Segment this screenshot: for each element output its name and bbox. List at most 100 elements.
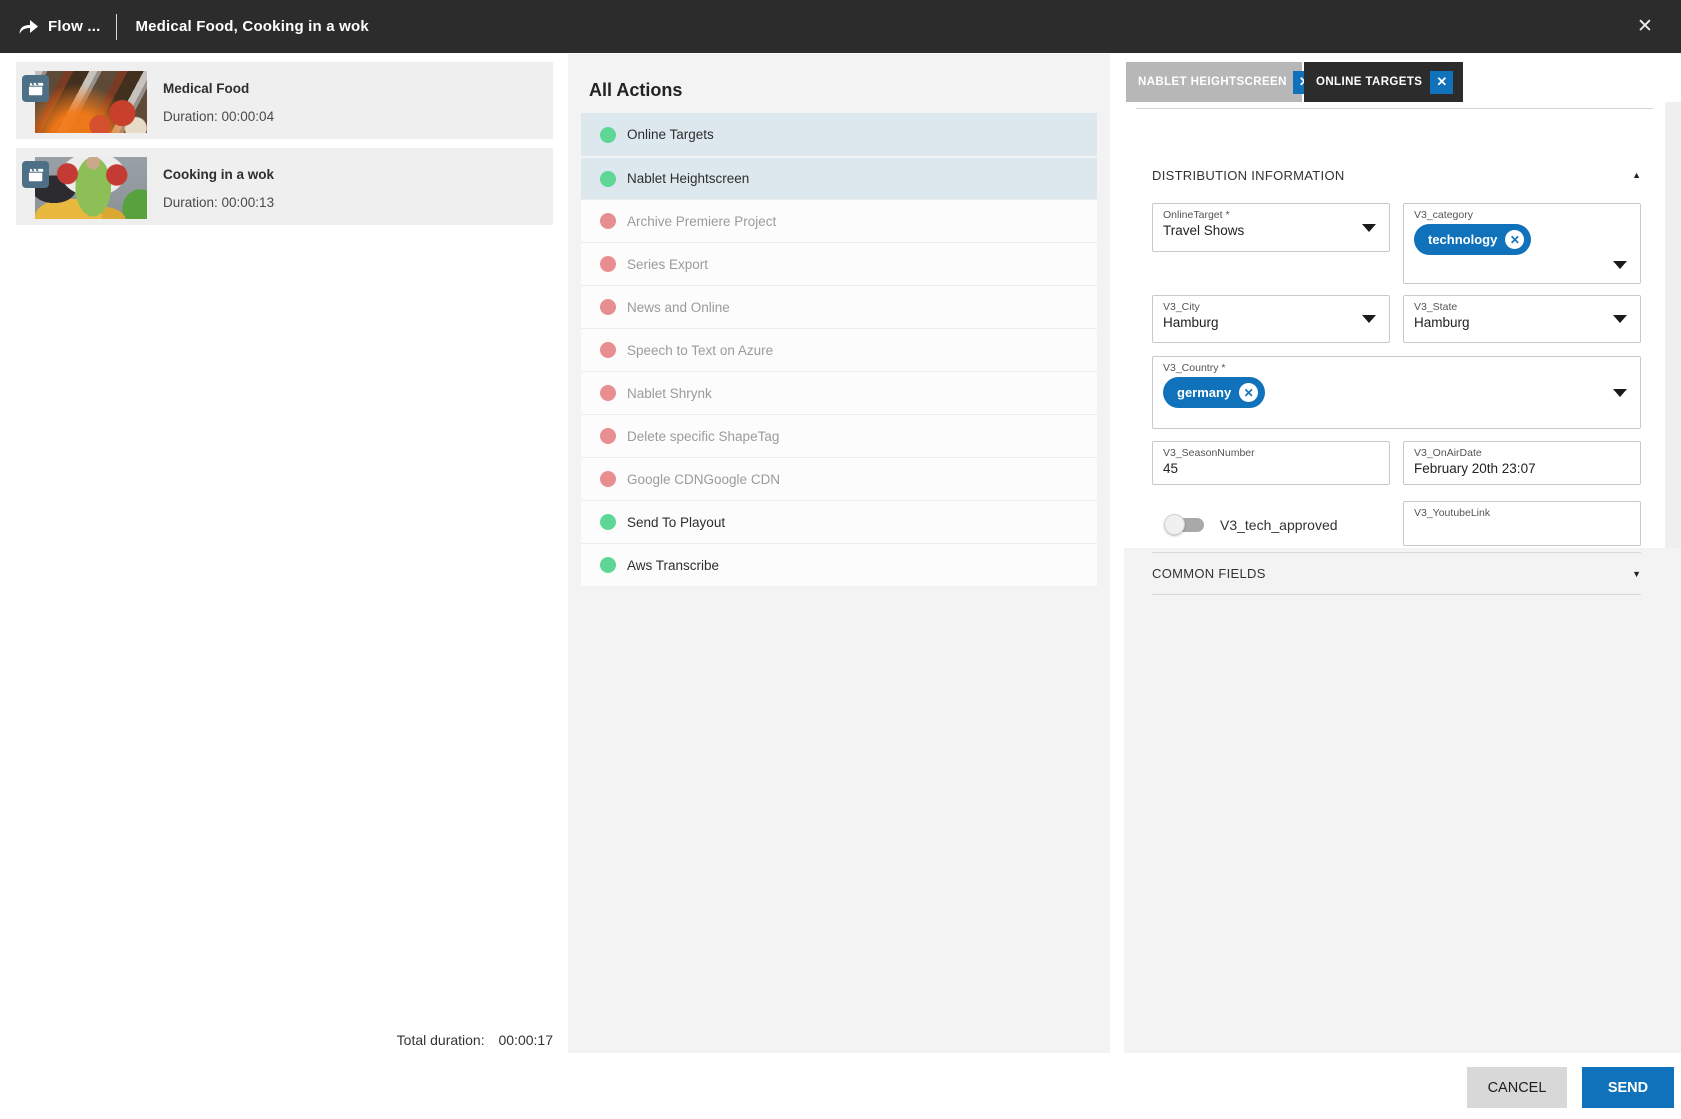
clip-title: Cooking in a wok	[163, 167, 274, 182]
clip-thumbnail	[35, 157, 147, 219]
chip-label: technology	[1428, 232, 1497, 247]
field-value: 45	[1163, 461, 1379, 476]
action-item-aws-transcribe[interactable]: Aws Transcribe	[581, 543, 1097, 586]
action-label: Online Targets	[627, 127, 714, 142]
action-label: News and Online	[627, 300, 730, 315]
clip-title: Medical Food	[163, 81, 249, 96]
field-label: V3_Country *	[1163, 362, 1630, 374]
state-select[interactable]: V3_State Hamburg	[1403, 295, 1641, 343]
action-item-delete-shapetag[interactable]: Delete specific ShapeTag	[581, 414, 1097, 457]
dialog-title: Medical Food, Cooking in a wok	[135, 18, 369, 35]
collapse-up-icon[interactable]: ▲	[1632, 170, 1641, 180]
on-air-date-field[interactable]: V3_OnAirDate February 20th 23:07	[1403, 441, 1641, 485]
action-item-speech-to-text[interactable]: Speech to Text on Azure	[581, 328, 1097, 371]
action-item-archive-premiere-project[interactable]: Archive Premiere Project	[581, 199, 1097, 242]
action-item-online-targets[interactable]: Online Targets	[581, 113, 1097, 156]
status-dot-icon	[600, 127, 616, 143]
status-dot-icon	[600, 471, 616, 487]
clip-card[interactable]: Medical Food Duration: 00:00:04	[16, 62, 553, 139]
action-item-news-and-online[interactable]: News and Online	[581, 285, 1097, 328]
action-item-send-to-playout[interactable]: Send To Playout	[581, 500, 1097, 543]
section-common-fields[interactable]: COMMON FIELDS ▼	[1152, 552, 1641, 595]
clip-duration: Duration: 00:00:04	[163, 109, 274, 124]
action-label: Nablet Shrynk	[627, 386, 712, 401]
send-button[interactable]: SEND	[1582, 1067, 1674, 1108]
status-dot-icon	[600, 514, 616, 530]
status-dot-icon	[600, 342, 616, 358]
total-duration-value: 00:00:17	[499, 1032, 554, 1048]
total-duration-label: Total duration:	[397, 1032, 485, 1048]
field-label: V3_State	[1414, 301, 1630, 313]
config-panel: NABLET HEIGHTSCREEN ✕ ONLINE TARGETS ✕ D…	[1124, 54, 1681, 1053]
video-clip-icon	[22, 75, 49, 102]
action-item-series-export[interactable]: Series Export	[581, 242, 1097, 285]
status-dot-icon	[600, 428, 616, 444]
chevron-down-icon[interactable]	[1613, 315, 1627, 323]
collapse-down-icon[interactable]: ▼	[1632, 569, 1641, 579]
close-icon[interactable]: ✕	[1631, 12, 1659, 40]
action-item-nablet-heightscreen[interactable]: Nablet Heightscreen	[581, 156, 1097, 199]
field-label: V3_category	[1414, 209, 1630, 221]
toggle-label: V3_tech_approved	[1220, 517, 1338, 533]
chip-remove-icon[interactable]: ✕	[1239, 383, 1258, 402]
chevron-down-icon[interactable]	[1362, 224, 1376, 232]
status-dot-icon	[600, 385, 616, 401]
online-target-select[interactable]: OnlineTarget * Travel Shows	[1152, 203, 1390, 252]
field-label: V3_OnAirDate	[1414, 447, 1630, 459]
tech-approved-toggle[interactable]	[1166, 518, 1204, 532]
clip-duration: Duration: 00:00:13	[163, 195, 274, 210]
field-label: V3_City	[1163, 301, 1379, 313]
status-dot-icon	[600, 256, 616, 272]
country-chip[interactable]: germany ✕	[1163, 377, 1265, 408]
tab-nablet-heightscreen[interactable]: NABLET HEIGHTSCREEN ✕	[1126, 62, 1302, 102]
total-duration: Total duration: 00:00:17	[16, 1032, 553, 1048]
status-dot-icon	[600, 299, 616, 315]
close-icon[interactable]: ✕	[1430, 71, 1453, 94]
flow-app-label: Flow ...	[48, 18, 100, 35]
field-value: Hamburg	[1414, 315, 1630, 330]
youtube-link-field[interactable]: V3_YoutubeLink	[1403, 501, 1641, 546]
section-distribution-information[interactable]: DISTRIBUTION INFORMATION ▲	[1152, 162, 1641, 188]
chevron-down-icon[interactable]	[1613, 389, 1627, 397]
video-clip-icon	[22, 161, 49, 188]
action-label: Nablet Heightscreen	[627, 171, 749, 186]
action-label: Archive Premiere Project	[627, 214, 776, 229]
action-label: Delete specific ShapeTag	[627, 429, 779, 444]
status-dot-icon	[600, 557, 616, 573]
category-chip-select[interactable]: V3_category technology ✕	[1403, 203, 1641, 284]
chip-label: germany	[1177, 385, 1231, 400]
cancel-button[interactable]: CANCEL	[1467, 1067, 1567, 1108]
country-chip-select[interactable]: V3_Country * germany ✕	[1152, 356, 1641, 429]
tabstrip: NABLET HEIGHTSCREEN ✕ ONLINE TARGETS ✕	[1124, 54, 1681, 102]
season-number-field[interactable]: V3_SeasonNumber 45	[1152, 441, 1390, 485]
flow-share-arrow-icon	[16, 15, 40, 39]
chevron-down-icon[interactable]	[1613, 261, 1627, 269]
form-area: DISTRIBUTION INFORMATION ▲ OnlineTarget …	[1124, 102, 1665, 548]
action-label: Speech to Text on Azure	[627, 343, 773, 358]
status-dot-icon	[600, 171, 616, 187]
status-dot-icon	[600, 213, 616, 229]
tab-online-targets[interactable]: ONLINE TARGETS ✕	[1304, 62, 1463, 102]
section-label: COMMON FIELDS	[1152, 566, 1266, 581]
field-value: February 20th 23:07	[1414, 461, 1630, 476]
category-chip[interactable]: technology ✕	[1414, 224, 1531, 255]
chevron-down-icon[interactable]	[1362, 315, 1376, 323]
field-label: OnlineTarget *	[1163, 209, 1379, 221]
action-label: Google CDNGoogle CDN	[627, 472, 780, 487]
titlebar-divider	[116, 14, 117, 40]
city-select[interactable]: V3_City Hamburg	[1152, 295, 1390, 343]
tab-label: ONLINE TARGETS	[1316, 76, 1422, 88]
action-label: Series Export	[627, 257, 708, 272]
chip-remove-icon[interactable]: ✕	[1505, 230, 1524, 249]
section-label: DISTRIBUTION INFORMATION	[1152, 168, 1345, 183]
action-item-nablet-shrynk[interactable]: Nablet Shrynk	[581, 371, 1097, 414]
action-label: Send To Playout	[627, 515, 725, 530]
tabs-underline	[1136, 108, 1653, 109]
clip-card[interactable]: Cooking in a wok Duration: 00:00:13	[16, 148, 553, 225]
actions-heading: All Actions	[589, 80, 682, 101]
field-label: V3_SeasonNumber	[1163, 447, 1379, 459]
tab-label: NABLET HEIGHTSCREEN	[1138, 76, 1287, 88]
field-value: Hamburg	[1163, 315, 1379, 330]
action-item-google-cdn[interactable]: Google CDNGoogle CDN	[581, 457, 1097, 500]
scrollbar-track[interactable]	[1665, 102, 1681, 548]
